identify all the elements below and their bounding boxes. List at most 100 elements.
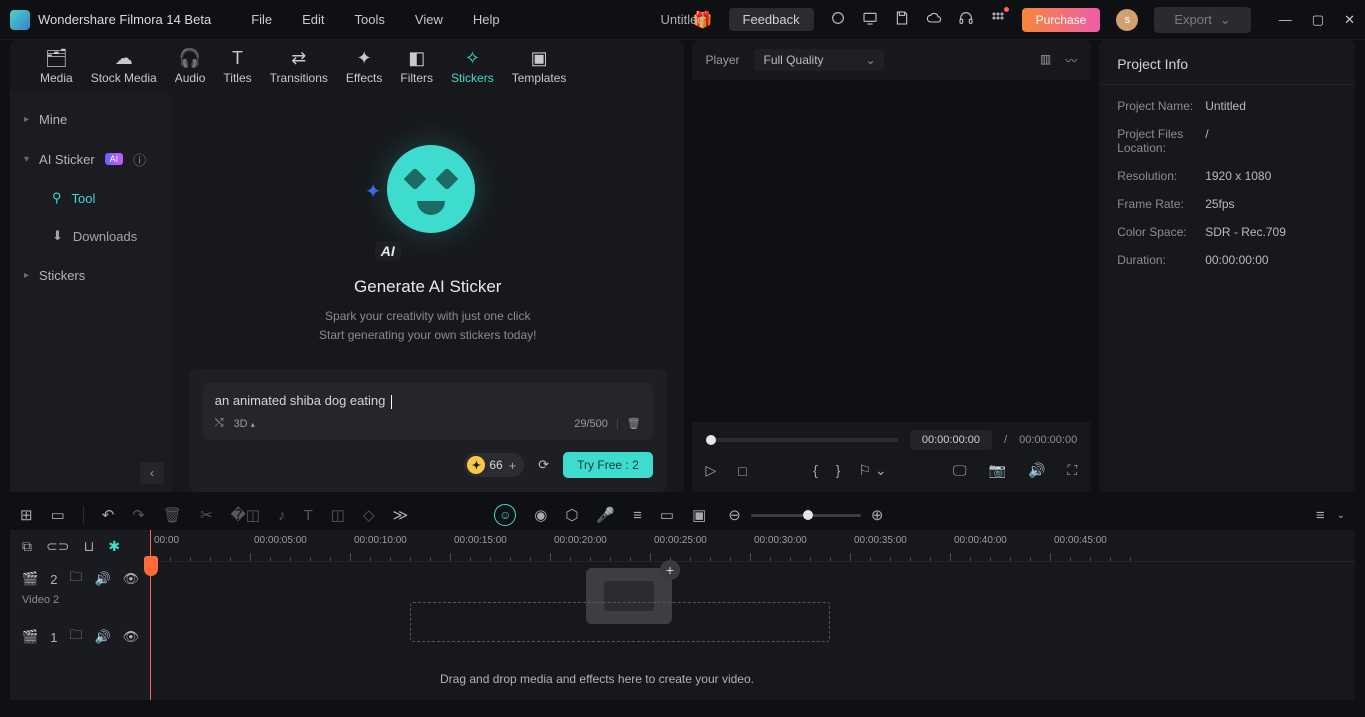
visibility-icon[interactable]: 👁 bbox=[123, 571, 140, 587]
mic-icon[interactable]: 🎤 bbox=[596, 506, 615, 524]
zoom-slider[interactable] bbox=[751, 514, 861, 517]
playhead[interactable] bbox=[150, 530, 151, 700]
subtitle-icon[interactable]: ≡ bbox=[633, 507, 642, 524]
sidebar-item-ai-sticker[interactable]: ▾AI StickerAIⓘ bbox=[10, 139, 172, 179]
try-free-button[interactable]: Try Free : 2 bbox=[563, 452, 653, 478]
folder-track-icon[interactable]: 🗀 bbox=[69, 626, 82, 648]
tab-filters[interactable]: ◧Filters bbox=[400, 49, 433, 85]
volume-icon[interactable]: 🔊 bbox=[1028, 462, 1045, 479]
visibility-icon[interactable]: 👁 bbox=[123, 629, 140, 645]
shuffle-icon[interactable]: ⤭ bbox=[215, 417, 224, 430]
delete-icon[interactable]: 🗑 bbox=[163, 506, 182, 524]
crop-icon[interactable]: �◫ bbox=[231, 506, 261, 524]
current-time: 00:00:00:00 bbox=[910, 430, 992, 450]
folder-track-icon[interactable]: 🗀 bbox=[69, 568, 82, 590]
info-icon[interactable]: ⓘ bbox=[133, 150, 146, 169]
grid-icon[interactable]: ⊞ bbox=[20, 506, 33, 524]
purchase-button[interactable]: Purchase bbox=[1022, 8, 1101, 32]
mark-in-icon[interactable]: { bbox=[813, 462, 818, 479]
select-tool-icon[interactable]: ▭ bbox=[51, 506, 65, 524]
link-icon[interactable]: ⊂⊃ bbox=[46, 538, 69, 555]
monitor-icon[interactable]: 🖵 bbox=[953, 462, 967, 479]
menu-edit[interactable]: Edit bbox=[302, 12, 324, 27]
tab-audio[interactable]: 🎧Audio bbox=[175, 49, 206, 85]
mute-track-icon[interactable]: 🔊 bbox=[94, 629, 110, 645]
zoom-in-icon[interactable]: ⊕ bbox=[871, 506, 884, 524]
sidebar-sub-tool[interactable]: ⚲Tool bbox=[10, 179, 172, 217]
credits-pill[interactable]: ✦ 66 + bbox=[464, 453, 524, 477]
cloud-icon[interactable] bbox=[926, 10, 942, 29]
tab-stock-media[interactable]: ☁Stock Media bbox=[91, 49, 157, 85]
timeline-drop-zone[interactable] bbox=[410, 602, 830, 642]
save-icon[interactable] bbox=[894, 10, 910, 29]
close-button[interactable]: ✕ bbox=[1344, 12, 1355, 28]
snapshot-icon[interactable]: 📷 bbox=[989, 462, 1006, 479]
scope-icon[interactable]: 〰 bbox=[1065, 52, 1077, 69]
screen-icon[interactable] bbox=[862, 10, 878, 29]
cascade-icon[interactable]: ⧉ bbox=[22, 538, 32, 555]
apps-icon[interactable] bbox=[990, 10, 1006, 29]
tab-titles[interactable]: TTitles bbox=[223, 49, 251, 85]
magnet-icon[interactable]: ⊔ bbox=[83, 538, 94, 555]
clear-icon[interactable]: 🗑 bbox=[627, 417, 641, 430]
record-icon[interactable] bbox=[830, 10, 846, 29]
fullscreen-icon[interactable]: ⛶ bbox=[1067, 462, 1077, 479]
stop-button[interactable]: □ bbox=[738, 463, 746, 479]
menu-help[interactable]: Help bbox=[473, 12, 500, 27]
color-icon[interactable]: ◉ bbox=[534, 506, 547, 524]
tab-stickers[interactable]: ✧Stickers bbox=[451, 49, 494, 85]
collapse-sidebar-button[interactable]: ‹ bbox=[140, 462, 164, 484]
add-credits-icon[interactable]: + bbox=[509, 458, 517, 473]
device-icon[interactable]: ▭ bbox=[660, 506, 674, 524]
ai-assist-icon[interactable]: ☺ bbox=[494, 504, 516, 526]
more-tools-icon[interactable]: ≫ bbox=[393, 506, 409, 524]
mute-track-icon[interactable]: 🔊 bbox=[94, 571, 110, 587]
feedback-button[interactable]: Feedback bbox=[729, 8, 814, 31]
track-head-video-1[interactable]: 🎬1 🗀 🔊 👁 bbox=[10, 620, 150, 678]
refresh-icon[interactable]: ⟳ bbox=[538, 457, 549, 473]
mode-3d-toggle[interactable]: 3D ▴ bbox=[234, 418, 255, 430]
progress-slider[interactable] bbox=[706, 438, 898, 442]
timeline: ⧉ ⊂⊃ ⊔ ✱ 🎬2 🗀 🔊 👁 Video 2 🎬1 🗀 🔊 👁 00:00… bbox=[10, 530, 1355, 700]
preview-canvas[interactable] bbox=[692, 80, 1092, 422]
mask-icon[interactable]: ◫ bbox=[331, 506, 345, 524]
text-tool-icon[interactable]: T bbox=[304, 507, 313, 524]
chevron-right-icon: ▸ bbox=[24, 270, 29, 281]
options-dropdown-icon[interactable]: ⌄ bbox=[1337, 510, 1345, 521]
track-head-video-2[interactable]: 🎬2 🗀 🔊 👁 Video 2 bbox=[10, 562, 150, 620]
play-button[interactable]: ▷ bbox=[706, 462, 717, 479]
maximize-button[interactable]: ▢ bbox=[1312, 12, 1324, 28]
tab-templates[interactable]: ▣Templates bbox=[512, 49, 567, 85]
keyframe-icon[interactable]: ◇ bbox=[363, 506, 375, 524]
tab-transitions[interactable]: ⇄Transitions bbox=[270, 49, 328, 85]
prompt-input[interactable]: an animated shiba dog eating ⤭ 3D ▴ 29/5… bbox=[203, 383, 653, 440]
sidebar-item-mine[interactable]: ▸Mine bbox=[10, 99, 172, 139]
tab-effects[interactable]: ✦Effects bbox=[346, 49, 382, 85]
menu-tools[interactable]: Tools bbox=[355, 12, 385, 27]
headphones-icon[interactable] bbox=[958, 10, 974, 29]
cut-icon[interactable]: ✂ bbox=[200, 506, 213, 524]
shield-icon[interactable]: ⬡ bbox=[565, 506, 578, 524]
timeline-ruler[interactable]: 00:0000:00:05:0000:00:10:0000:00:15:0000… bbox=[150, 530, 1355, 562]
menu-file[interactable]: File bbox=[251, 12, 272, 27]
user-avatar[interactable]: s bbox=[1116, 9, 1138, 31]
track-options-icon[interactable]: ≡ bbox=[1316, 507, 1325, 524]
sidebar-item-stickers[interactable]: ▸Stickers bbox=[10, 255, 172, 295]
ai-snap-icon[interactable]: ✱ bbox=[108, 538, 120, 555]
marker-dropdown[interactable]: ⚐ ⌄ bbox=[858, 462, 886, 479]
compare-icon[interactable]: ▥ bbox=[1040, 52, 1051, 69]
redo-icon[interactable]: ↷ bbox=[132, 506, 145, 524]
undo-icon[interactable]: ↶ bbox=[102, 506, 115, 524]
menu-view[interactable]: View bbox=[415, 12, 443, 27]
render-icon[interactable]: ▣ bbox=[692, 506, 706, 524]
minimize-button[interactable]: ― bbox=[1279, 12, 1292, 28]
music-icon[interactable]: ♪ bbox=[278, 507, 286, 524]
export-button[interactable]: Export ⌄ bbox=[1154, 7, 1250, 33]
quality-select[interactable]: Full Quality bbox=[754, 49, 884, 71]
timeline-canvas[interactable]: 00:0000:00:05:0000:00:10:0000:00:15:0000… bbox=[150, 530, 1355, 700]
tab-media[interactable]: 🗂Media bbox=[40, 49, 73, 85]
mark-out-icon[interactable]: } bbox=[836, 462, 841, 479]
sidebar-sub-downloads[interactable]: ⬇Downloads bbox=[10, 217, 172, 255]
zoom-out-icon[interactable]: ⊖ bbox=[728, 506, 741, 524]
add-media-icon[interactable]: + bbox=[660, 560, 680, 580]
